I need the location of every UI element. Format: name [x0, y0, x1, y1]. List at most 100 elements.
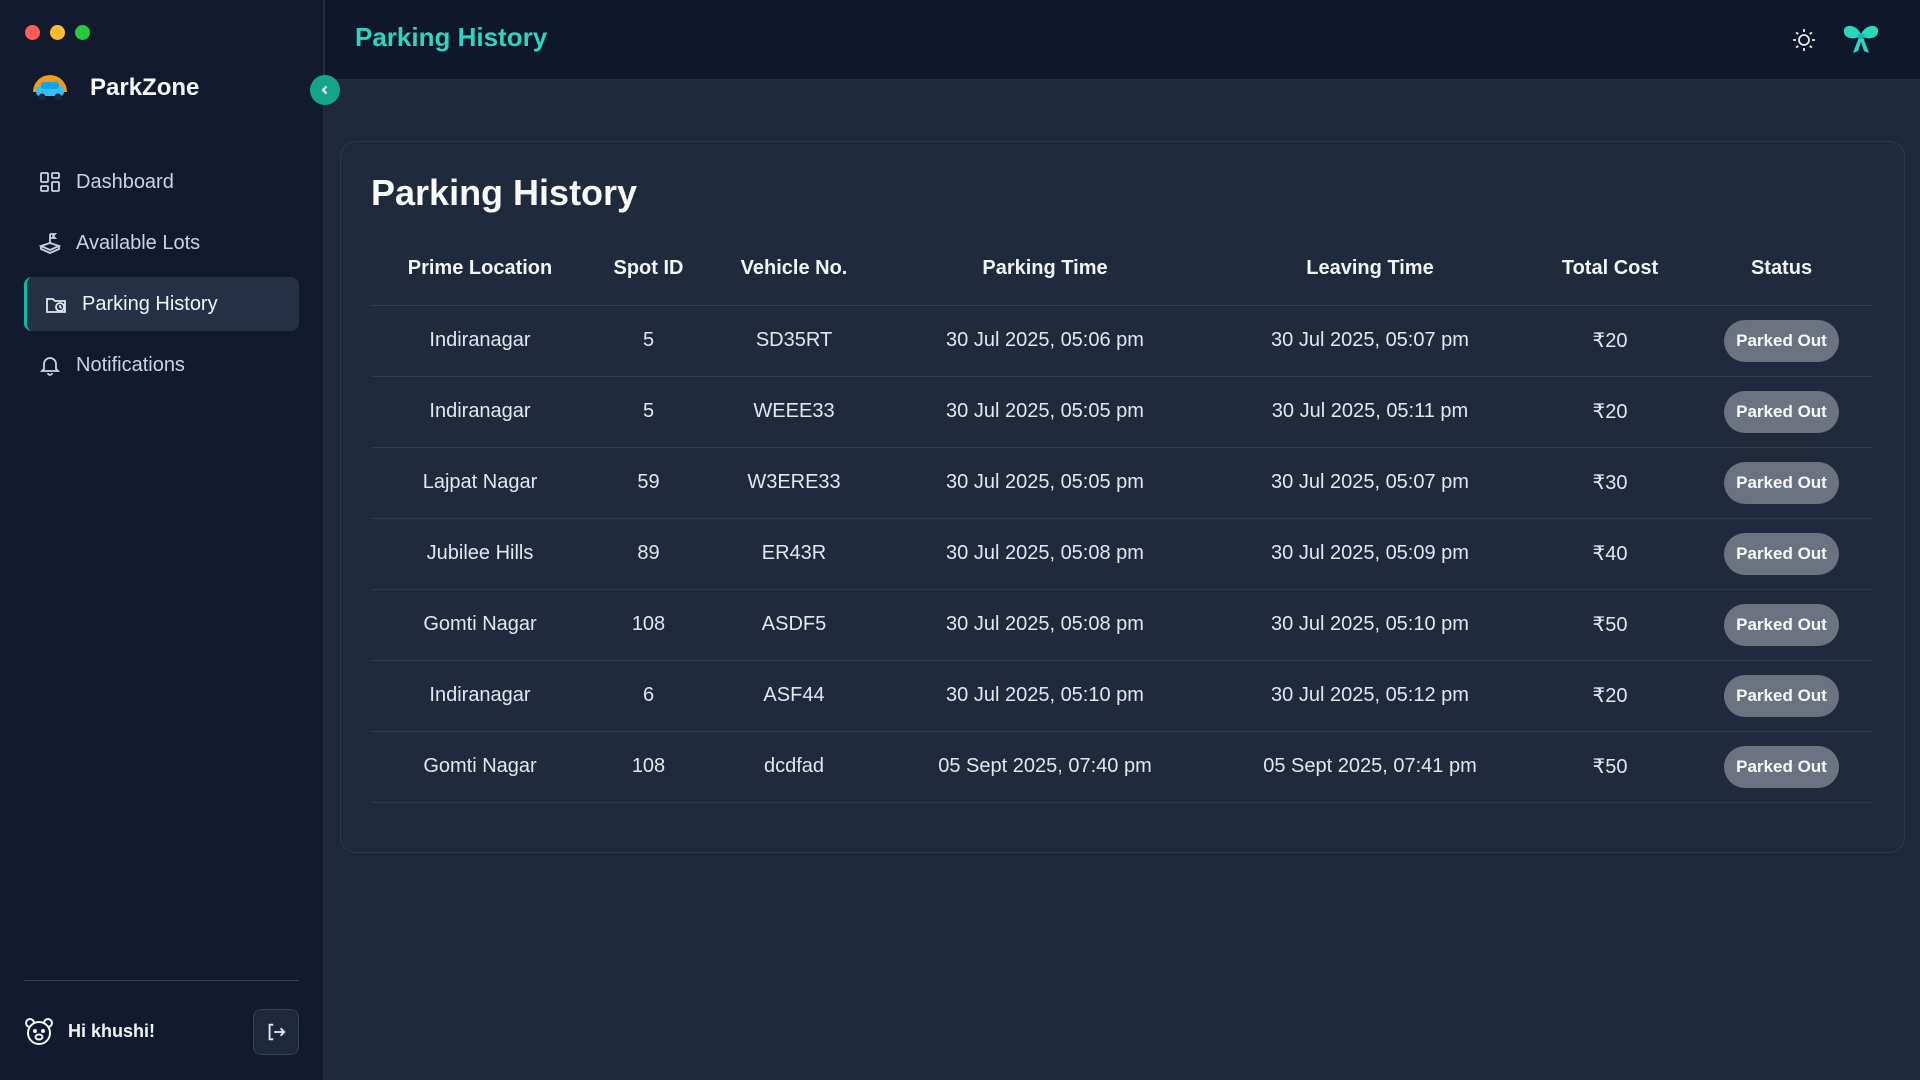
status-cell: Parked Out	[1690, 447, 1873, 519]
bell-icon	[39, 357, 61, 376]
leaving-time-cell: 30 Jul 2025, 05:07 pm	[1210, 447, 1530, 519]
leaving-time-cell: 30 Jul 2025, 05:09 pm	[1210, 518, 1530, 590]
parking-time-cell: 30 Jul 2025, 05:05 pm	[880, 376, 1210, 448]
maximize-window-button[interactable]	[75, 25, 90, 40]
spot-id-cell: 5	[589, 305, 708, 377]
sidebar-nav: Dashboard Available Lots Parking History…	[24, 155, 299, 399]
location-cell: Jubilee Hills	[371, 518, 589, 590]
vehicle-cell: W3ERE33	[708, 447, 880, 519]
table-row: Lajpat Nagar 59 W3ERE33 30 Jul 2025, 05:…	[371, 447, 1873, 519]
chevron-left-icon	[321, 85, 328, 95]
status-badge: Parked Out	[1724, 603, 1839, 646]
leaving-time-cell: 30 Jul 2025, 05:10 pm	[1210, 589, 1530, 661]
sidebar: ParkZone Dashboard Available Lots Parkin…	[0, 0, 324, 1080]
status-cell: Parked Out	[1690, 376, 1873, 448]
parking-history-table: Prime Location Spot ID Vehicle No. Parki…	[371, 232, 1873, 803]
status-cell: Parked Out	[1690, 589, 1873, 661]
vehicle-cell: ASDF5	[708, 589, 880, 661]
user-greeting: Hi khushi!	[68, 1020, 156, 1041]
top-header: Parking History	[325, 0, 1920, 80]
total-cost-cell: ₹50	[1530, 731, 1690, 803]
location-cell: Indiranagar	[371, 660, 589, 732]
bow-icon[interactable]	[1842, 22, 1880, 56]
table-row: Indiranagar 5 SD35RT 30 Jul 2025, 05:06 …	[371, 305, 1873, 377]
sun-icon[interactable]	[1790, 26, 1818, 54]
table-row: Gomti Nagar 108 dcdfad 05 Sept 2025, 07:…	[371, 731, 1873, 803]
column-header: Status	[1690, 232, 1873, 306]
parking-time-cell: 30 Jul 2025, 05:10 pm	[880, 660, 1210, 732]
spot-id-cell: 108	[589, 589, 708, 661]
sidebar-item-notifications[interactable]: Notifications	[24, 338, 299, 392]
status-badge: Parked Out	[1724, 461, 1839, 504]
sidebar-item-label: Dashboard	[76, 170, 174, 193]
parking-time-cell: 30 Jul 2025, 05:08 pm	[880, 589, 1210, 661]
spot-id-cell: 89	[589, 518, 708, 590]
sidebar-footer: Hi khushi!	[24, 980, 299, 1080]
bear-avatar-icon	[25, 1018, 53, 1045]
sidebar-item-available-lots[interactable]: Available Lots	[24, 216, 299, 270]
user-info: Hi khushi!	[24, 1016, 155, 1046]
total-cost-cell: ₹50	[1530, 589, 1690, 661]
sidebar-item-label: Parking History	[82, 292, 218, 315]
leaving-time-cell: 30 Jul 2025, 05:11 pm	[1210, 376, 1530, 448]
column-header: Spot ID	[589, 232, 708, 306]
status-cell: Parked Out	[1690, 305, 1873, 377]
status-cell: Parked Out	[1690, 660, 1873, 732]
status-badge: Parked Out	[1724, 745, 1839, 788]
page-title: Parking History	[355, 22, 548, 52]
location-cell: Indiranagar	[371, 376, 589, 448]
leaving-time-cell: 30 Jul 2025, 05:12 pm	[1210, 660, 1530, 732]
parking-time-cell: 30 Jul 2025, 05:05 pm	[880, 447, 1210, 519]
leaving-time-cell: 30 Jul 2025, 05:07 pm	[1210, 305, 1530, 377]
sidebar-item-parking-history[interactable]: Parking History	[24, 277, 299, 331]
location-cell: Indiranagar	[371, 305, 589, 377]
total-cost-cell: ₹20	[1530, 660, 1690, 732]
parking-time-cell: 30 Jul 2025, 05:06 pm	[880, 305, 1210, 377]
leaving-time-cell: 05 Sept 2025, 07:41 pm	[1210, 731, 1530, 803]
status-badge: Parked Out	[1724, 319, 1839, 362]
table-header-row: Prime Location Spot ID Vehicle No. Parki…	[371, 232, 1873, 306]
vehicle-cell: ASF44	[708, 660, 880, 732]
spot-id-cell: 5	[589, 376, 708, 448]
app-name: ParkZone	[90, 74, 200, 101]
car-logo-icon	[33, 75, 67, 101]
sidebar-item-label: Notifications	[76, 353, 185, 376]
column-header: Leaving Time	[1210, 232, 1530, 306]
vehicle-cell: WEEE33	[708, 376, 880, 448]
brand[interactable]: ParkZone	[30, 70, 199, 106]
vehicle-cell: SD35RT	[708, 305, 880, 377]
column-header: Total Cost	[1530, 232, 1690, 306]
parking-lot-icon	[38, 233, 62, 254]
dashboard-icon	[40, 172, 60, 192]
spot-id-cell: 6	[589, 660, 708, 732]
table-row: Gomti Nagar 108 ASDF5 30 Jul 2025, 05:08…	[371, 589, 1873, 661]
logout-icon	[268, 1023, 286, 1041]
location-cell: Gomti Nagar	[371, 589, 589, 661]
total-cost-cell: ₹40	[1530, 518, 1690, 590]
parking-history-card: Parking History Prime Location Spot ID V…	[340, 141, 1905, 853]
column-header: Parking Time	[880, 232, 1210, 306]
total-cost-cell: ₹20	[1530, 376, 1690, 448]
table-row: Jubilee Hills 89 ER43R 30 Jul 2025, 05:0…	[371, 518, 1873, 590]
collapse-sidebar-button[interactable]	[310, 75, 340, 105]
location-cell: Gomti Nagar	[371, 731, 589, 803]
history-icon	[46, 298, 66, 313]
column-header: Vehicle No.	[708, 232, 880, 306]
status-badge: Parked Out	[1724, 532, 1839, 575]
status-badge: Parked Out	[1724, 674, 1839, 717]
card-title: Parking History	[371, 172, 638, 213]
sidebar-item-dashboard[interactable]: Dashboard	[24, 155, 299, 209]
window-controls	[25, 25, 90, 40]
table-row: Indiranagar 5 WEEE33 30 Jul 2025, 05:05 …	[371, 376, 1873, 448]
vehicle-cell: ER43R	[708, 518, 880, 590]
close-window-button[interactable]	[25, 25, 40, 40]
parking-time-cell: 30 Jul 2025, 05:08 pm	[880, 518, 1210, 590]
vehicle-cell: dcdfad	[708, 731, 880, 803]
status-badge: Parked Out	[1724, 390, 1839, 433]
logout-button[interactable]	[253, 1009, 299, 1055]
column-header: Prime Location	[371, 232, 589, 306]
total-cost-cell: ₹20	[1530, 305, 1690, 377]
total-cost-cell: ₹30	[1530, 447, 1690, 519]
minimize-window-button[interactable]	[50, 25, 65, 40]
status-cell: Parked Out	[1690, 731, 1873, 803]
